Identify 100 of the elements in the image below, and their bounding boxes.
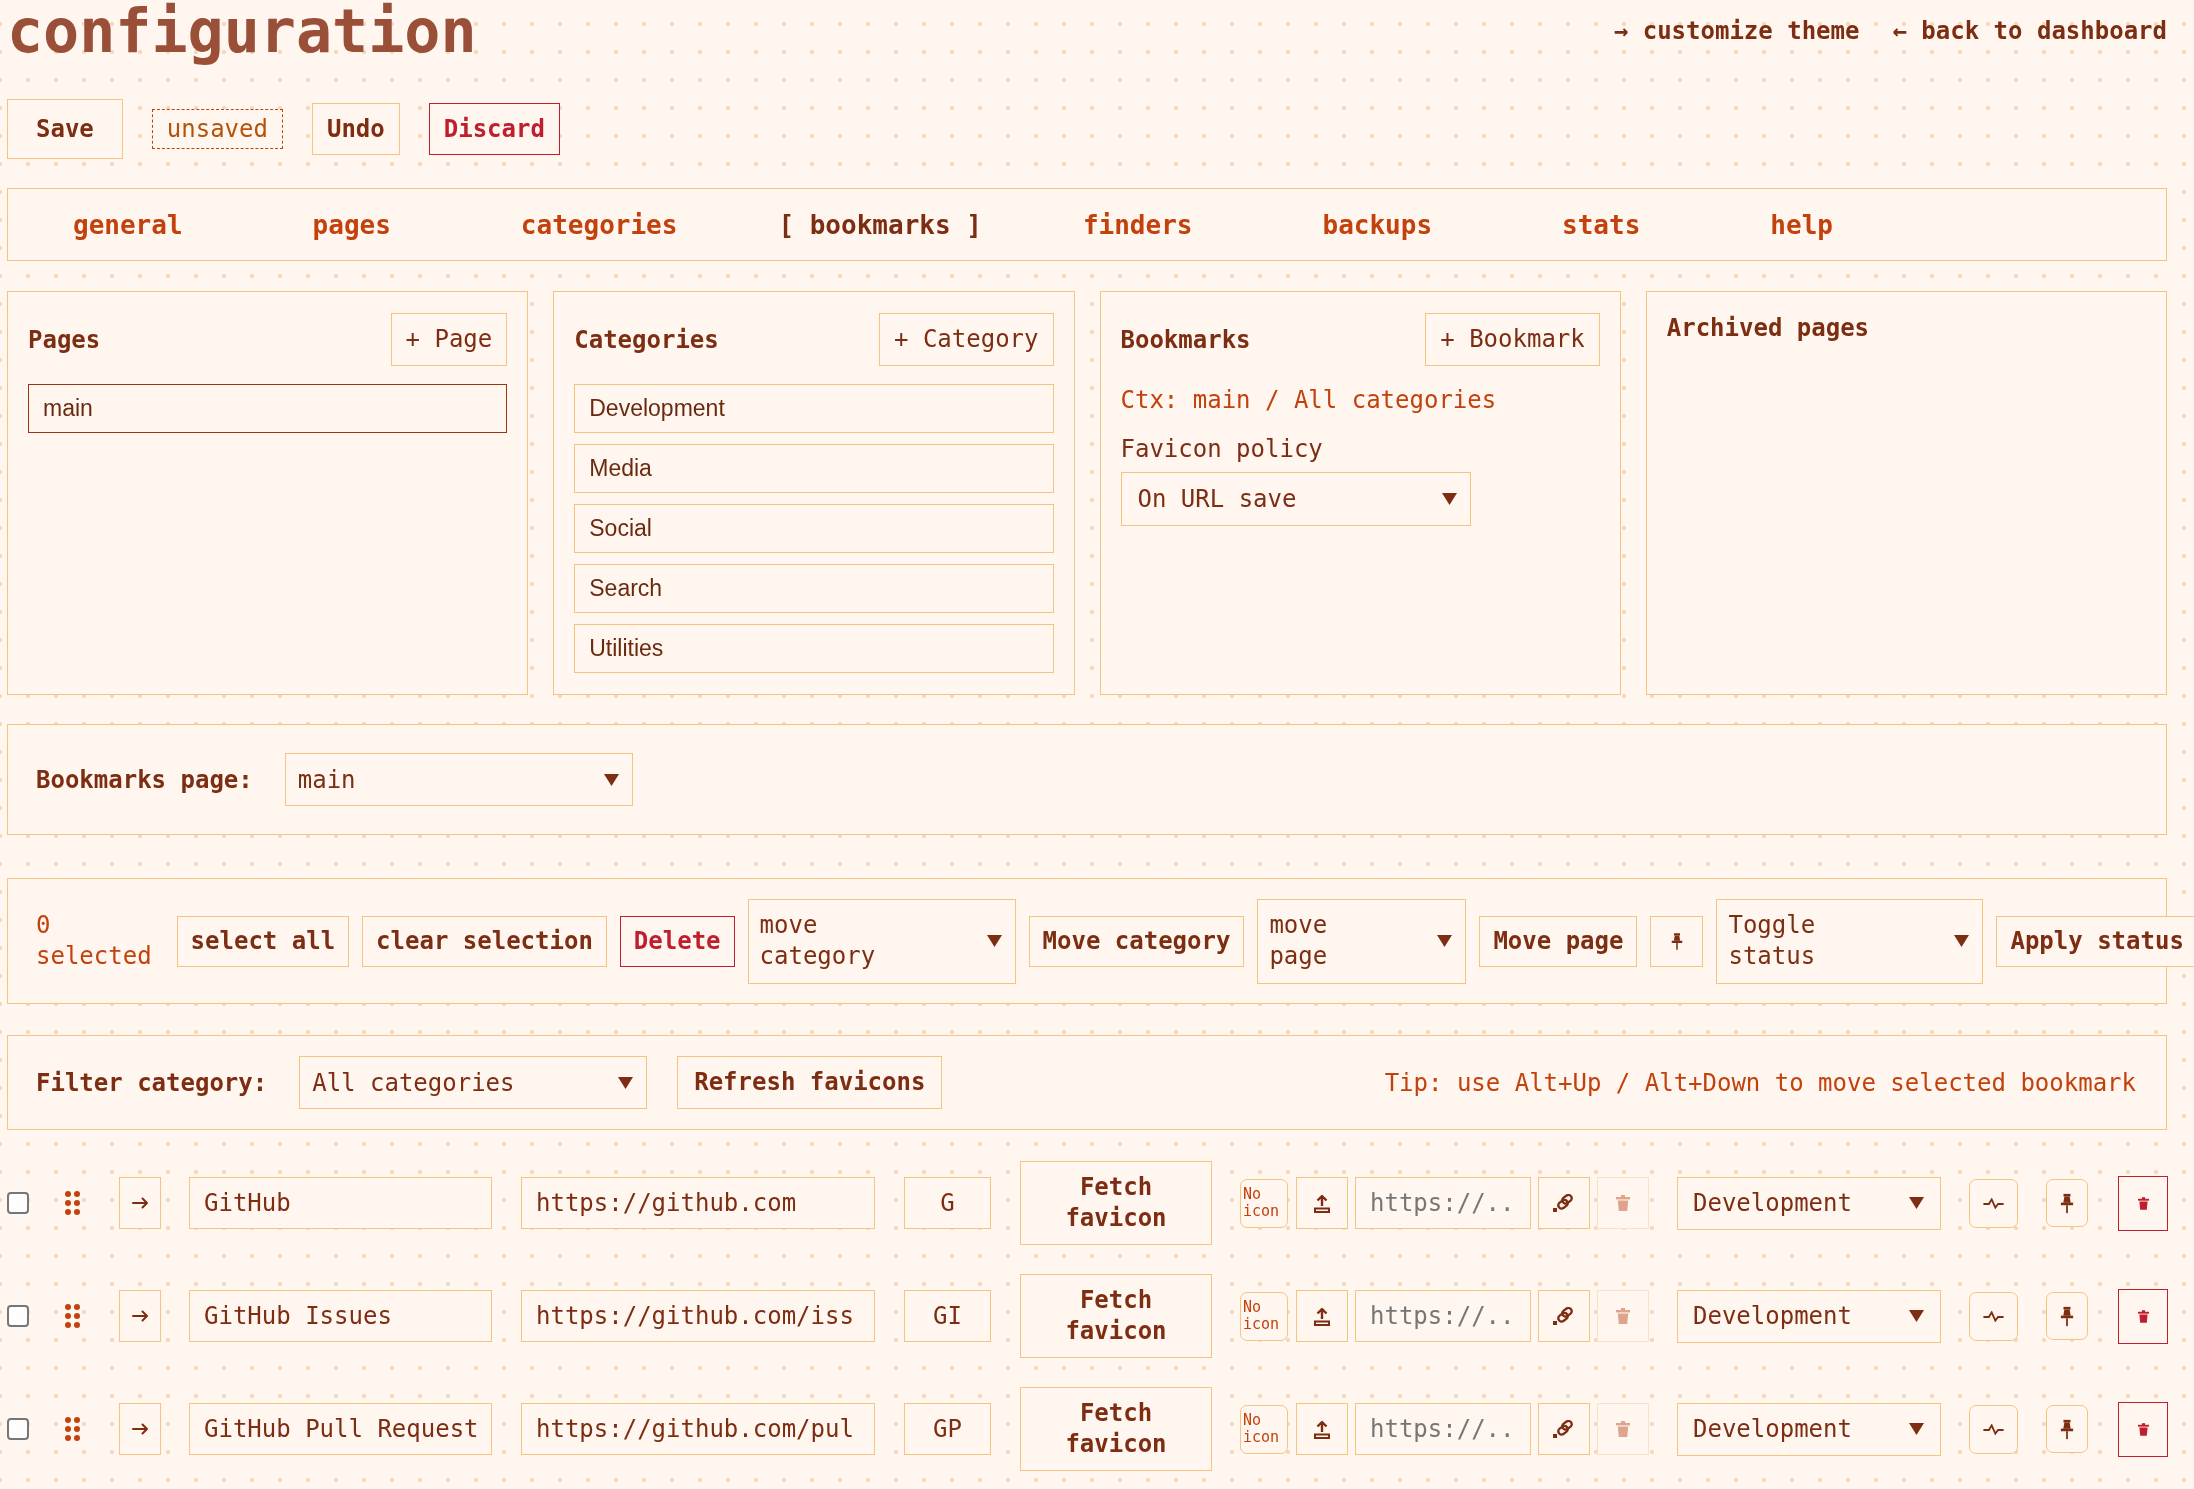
list-item-field[interactable]: Social: [574, 504, 1054, 553]
link-button[interactable]: [1538, 1403, 1590, 1455]
short-name-field[interactable]: GP: [904, 1403, 991, 1455]
bulk-dropdown[interactable]: Toggle status: [1716, 898, 1984, 984]
caret-icon: [1909, 1310, 1924, 1322]
pulse-button[interactable]: [1969, 1178, 2018, 1228]
field-label: Filter category:: [36, 1067, 268, 1099]
caret-icon: [1954, 935, 1970, 947]
arrow-button[interactable]: [119, 1290, 161, 1342]
pulse-button[interactable]: [1969, 1404, 2018, 1454]
fetch-favicon-button[interactable]: Fetch favicon: [1020, 1274, 1212, 1358]
header-link[interactable]: → customize theme: [1613, 16, 1860, 46]
field-label: Favicon policy: [1120, 434, 1324, 464]
delete-button[interactable]: [2118, 1288, 2168, 1344]
list-item-field[interactable]: Utilities: [574, 624, 1054, 673]
favicon-policy-dropdown[interactable]: On URL save: [1120, 472, 1471, 526]
delete-button[interactable]: Delete: [619, 915, 735, 967]
trash-icon: [2137, 1309, 2149, 1323]
list-item-field[interactable]: main: [28, 384, 508, 433]
checkbox[interactable]: [7, 1418, 29, 1440]
tab[interactable]: general: [8, 189, 248, 260]
upload-button[interactable]: [1296, 1290, 1348, 1342]
fetch-favicon-button[interactable]: Fetch favicon: [1020, 1387, 1212, 1471]
url-field[interactable]: https://github.com/pul: [521, 1403, 875, 1455]
trash-icon: [2137, 1422, 2149, 1436]
save-button[interactable]: Save: [7, 99, 123, 159]
favicon-url-field[interactable]: https://..: [1355, 1403, 1531, 1455]
link-button[interactable]: [1538, 1177, 1590, 1229]
url-field[interactable]: https://github.com/iss: [521, 1290, 875, 1342]
bulk-button[interactable]: Move category: [1028, 915, 1245, 967]
arrow-button[interactable]: [119, 1403, 161, 1455]
caret-icon: [1437, 935, 1453, 947]
add-button[interactable]: + Page: [390, 313, 508, 366]
checkbox[interactable]: [7, 1192, 29, 1214]
bulk-button[interactable]: clear selection: [362, 915, 607, 967]
bulk-button[interactable]: Apply status: [1996, 915, 2194, 967]
bulk-dropdown[interactable]: move page: [1257, 898, 1467, 984]
header-link[interactable]: ← back to dashboard: [1892, 16, 2167, 46]
tab[interactable]: pages: [247, 189, 456, 260]
bulk-button[interactable]: select all: [176, 915, 350, 967]
delete-button[interactable]: [2118, 1175, 2168, 1231]
upload-button[interactable]: [1296, 1177, 1348, 1229]
caret-icon: [603, 773, 619, 786]
undo-button[interactable]: Undo: [311, 103, 400, 155]
pulse-button[interactable]: [1969, 1291, 2018, 1341]
tab[interactable]: backups: [1257, 189, 1498, 260]
field-label: Bookmarks page:: [36, 764, 253, 796]
tip-text: Tip: use Alt+Up / Alt+Down to move selected bookmark: [1384, 1067, 2136, 1099]
arrow-right-icon: [132, 1423, 148, 1435]
tab[interactable]: categories: [455, 189, 743, 260]
tab[interactable]: help: [1705, 189, 1898, 260]
upload-button[interactable]: [1296, 1403, 1348, 1455]
tab[interactable]: stats: [1497, 189, 1706, 260]
add-button[interactable]: + Category: [879, 313, 1054, 366]
favicon-status: No icon: [1240, 1291, 1288, 1341]
arrow-button[interactable]: [119, 1177, 161, 1229]
page-dropdown[interactable]: main: [284, 753, 633, 806]
drag-handle-icon: [65, 1417, 80, 1441]
name-field[interactable]: GitHub Issues: [189, 1290, 492, 1342]
checkbox[interactable]: [7, 1305, 29, 1327]
category-dropdown[interactable]: Development: [1677, 1176, 1941, 1230]
selection-count: 0 selected: [36, 910, 152, 972]
pulse-icon: [1983, 1197, 2004, 1209]
add-button[interactable]: + Bookmark: [1425, 313, 1600, 366]
category-dropdown[interactable]: Development: [1677, 1402, 1941, 1456]
short-name-field[interactable]: GI: [904, 1290, 991, 1342]
tab[interactable]: finders: [1017, 189, 1258, 260]
drag-handle-icon: [65, 1304, 80, 1328]
refresh-favicons-button[interactable]: Refresh favicons: [677, 1056, 943, 1109]
category-filter-dropdown[interactable]: All categories: [299, 1056, 648, 1109]
list-item-field[interactable]: Media: [574, 444, 1054, 493]
delete-button[interactable]: [2118, 1401, 2168, 1457]
favicon-url-field[interactable]: https://..: [1355, 1290, 1531, 1342]
trash-icon: [2137, 1196, 2149, 1210]
name-field[interactable]: GitHub: [189, 1177, 492, 1229]
short-name-field[interactable]: G: [904, 1177, 991, 1229]
trash-icon: [1616, 1308, 1630, 1324]
link-button[interactable]: [1538, 1290, 1590, 1342]
upload-icon: [1314, 1306, 1330, 1326]
caret-icon: [1909, 1423, 1924, 1435]
fetch-favicon-button[interactable]: Fetch favicon: [1020, 1161, 1212, 1245]
list-item-field[interactable]: Search: [574, 564, 1054, 613]
tab[interactable]: [ bookmarks ]: [742, 189, 1018, 260]
bulk-button[interactable]: Move page: [1479, 915, 1638, 967]
pin-button[interactable]: [2046, 1405, 2088, 1453]
pin-icon: [2060, 1418, 2074, 1440]
list-item-field[interactable]: Development: [574, 384, 1054, 433]
name-field[interactable]: GitHub Pull Request: [189, 1403, 492, 1455]
caret-icon: [618, 1076, 634, 1089]
pin-button[interactable]: [2046, 1292, 2088, 1340]
discard-button[interactable]: Discard: [428, 103, 560, 155]
url-field[interactable]: https://github.com: [521, 1177, 875, 1229]
context-label: Ctx: main / All categories: [1120, 385, 1498, 415]
pin-button[interactable]: [2046, 1179, 2088, 1227]
category-dropdown[interactable]: Development: [1677, 1289, 1941, 1343]
pulse-icon: [1983, 1310, 2004, 1322]
bulk-dropdown[interactable]: move category: [747, 898, 1016, 984]
caret-icon: [1441, 493, 1457, 505]
pin-button[interactable]: [1650, 915, 1704, 967]
favicon-url-field[interactable]: https://..: [1355, 1177, 1531, 1229]
